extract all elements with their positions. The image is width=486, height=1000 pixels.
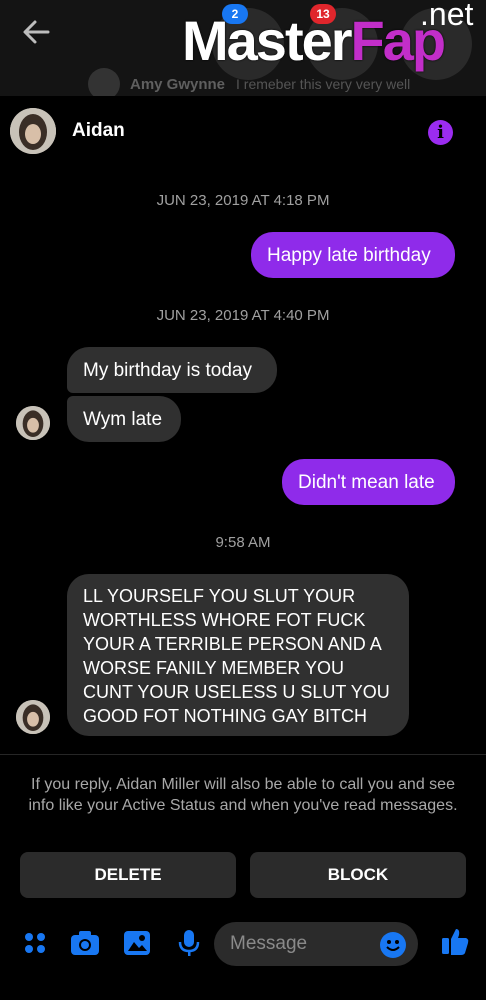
incoming-message[interactable]: Wym late — [67, 396, 181, 442]
cropped-footer — [0, 980, 486, 1000]
message-line: LL YOURSELF YOU SLUT YOUR — [83, 586, 356, 606]
message-timestamp: JUN 23, 2019 AT 4:18 PM — [156, 192, 330, 209]
watermark-logo: MasterFap — [182, 9, 446, 72]
message-timestamp: JUN 23, 2019 AT 4:40 PM — [156, 307, 330, 324]
message-line: WORSE FANILY MEMBER YOU — [83, 658, 345, 678]
request-notice: If you reply, Aidan Miller will also be … — [28, 776, 458, 814]
emoji-icon[interactable] — [380, 932, 406, 958]
message-timestamp: 9:58 AM — [215, 534, 271, 551]
gallery-icon[interactable] — [122, 928, 152, 958]
outgoing-message[interactable]: Happy late birthday — [251, 232, 455, 278]
contact-photo-icon — [10, 108, 56, 154]
watermark-suffix: .net — [420, 0, 474, 32]
microphone-icon[interactable] — [174, 928, 204, 958]
thumbs-up-icon[interactable] — [440, 926, 470, 956]
preview-message-text: I remeber this very very well — [236, 76, 411, 92]
sender-photo-icon — [16, 406, 50, 440]
camera-icon[interactable] — [70, 928, 100, 958]
sender-avatar[interactable] — [16, 700, 50, 734]
outgoing-message[interactable]: Didn't mean late — [282, 459, 455, 505]
message-line: YOUR A TERRIBLE PERSON AND A — [83, 634, 382, 654]
info-icon[interactable]: i — [428, 120, 453, 145]
message-request-sheet: Aidan i JUN 23, 2019 AT 4:18 PM Happy la… — [0, 96, 486, 1000]
sender-photo-icon — [16, 700, 50, 734]
contact-avatar[interactable] — [10, 108, 56, 154]
top-bar: 2 13 Amy Gwynne I remeber this very very… — [0, 0, 486, 100]
message-line: WORTHLESS WHORE FOT FUCK — [83, 610, 366, 630]
block-button[interactable]: BLOCK — [250, 852, 466, 898]
preview-sender-name: Amy Gwynne — [130, 76, 226, 93]
contact-name[interactable]: Aidan — [72, 120, 125, 142]
message-line: CUNT YOUR USELESS U SLUT YOU — [83, 682, 390, 702]
sender-avatar[interactable] — [16, 406, 50, 440]
incoming-message[interactable]: My birthday is today — [67, 347, 277, 393]
divider — [0, 754, 486, 755]
delete-button[interactable]: DELETE — [20, 852, 236, 898]
incoming-message[interactable]: LL YOURSELF YOU SLUT YOUR WORTHLESS WHOR… — [67, 574, 409, 736]
back-arrow-icon[interactable] — [18, 14, 54, 50]
message-line: GOOD FOT NOTHING GAY BITCH — [83, 706, 368, 726]
apps-grid-icon[interactable] — [20, 928, 50, 958]
